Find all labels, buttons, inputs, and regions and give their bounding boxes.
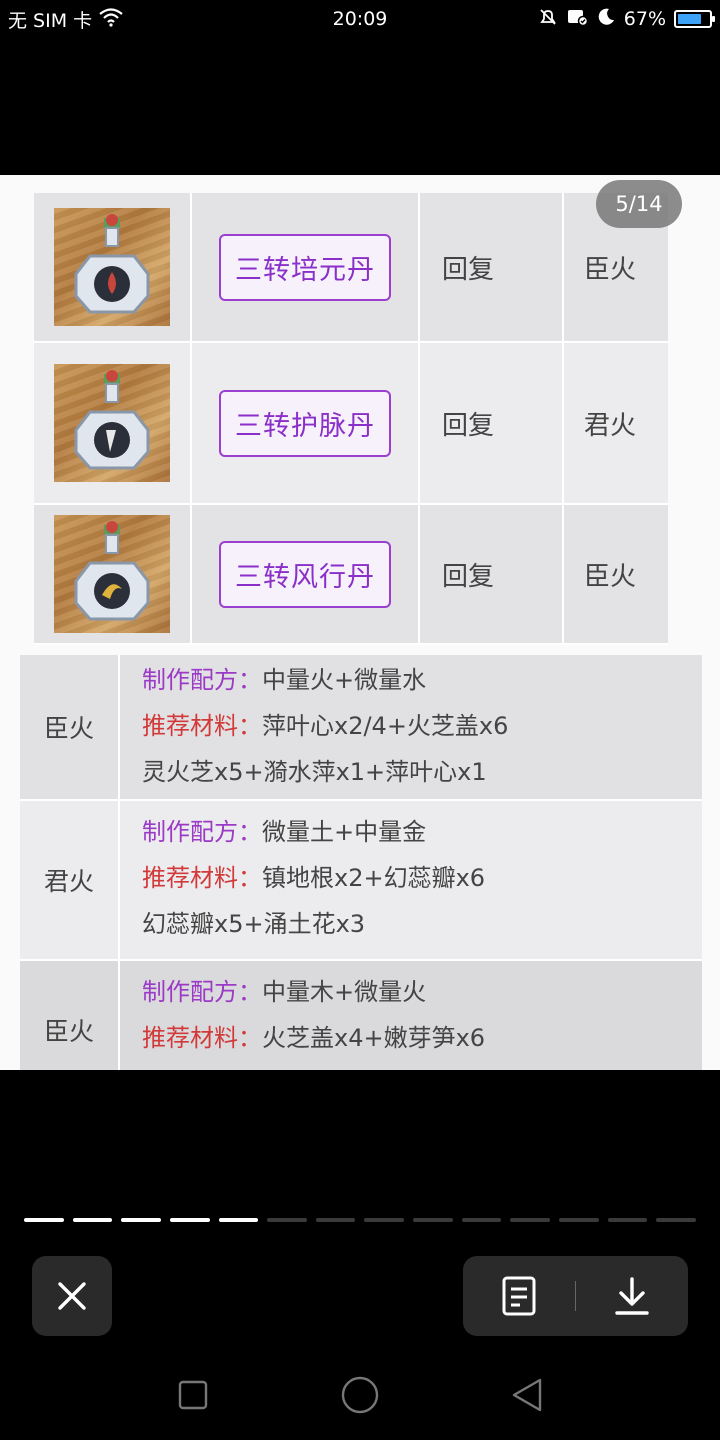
action-group xyxy=(463,1256,688,1336)
potion-type: 回复 xyxy=(420,193,564,341)
recipe-label: 制作配方： xyxy=(142,818,262,846)
page-indicator: 5/14 xyxy=(596,180,682,228)
progress-segment xyxy=(169,1218,210,1222)
battery-percent: 67% xyxy=(623,8,666,30)
material-value: 火芝盖x4+嫩芽笋x6 xyxy=(262,1024,486,1052)
battery-icon xyxy=(674,10,715,28)
recipe-label: 制作配方： xyxy=(142,666,262,694)
status-bar: 无 SIM 卡 20:09 67% xyxy=(0,0,720,38)
potion-row: 三转风行丹 回复 臣火 xyxy=(34,505,668,645)
progress-segment xyxy=(121,1218,161,1222)
progress-segment xyxy=(461,1218,502,1222)
wifi-icon xyxy=(98,7,124,32)
progress-segment xyxy=(315,1218,356,1222)
progress-segment xyxy=(559,1218,599,1222)
potion-name-link[interactable]: 三转护脉丹 xyxy=(219,389,391,457)
recipe-body: 制作配方：微量土+中量金 推荐材料：镇地根x2+幻蕊瓣x6 幻蕊瓣x5+涌土花x… xyxy=(120,801,702,959)
progress-segment xyxy=(656,1218,696,1222)
material-value: 萍叶心x2/4+火芝盖x6 xyxy=(262,712,509,740)
navigation-bar xyxy=(0,1350,720,1440)
close-button[interactable] xyxy=(32,1256,112,1336)
recipe-row: 臣火 制作配方：中量木+微量火 推荐材料：火芝盖x4+嫩芽笋x6 xyxy=(20,961,702,1070)
potion-image-cell xyxy=(34,505,192,643)
progress-segment xyxy=(413,1218,453,1222)
progress-segment xyxy=(364,1218,405,1222)
recipe-fire: 臣火 xyxy=(20,655,120,799)
potion-name-cell: 三转培元丹 xyxy=(192,193,420,341)
recipe-value: 中量火+微量水 xyxy=(262,666,427,694)
progress-segment xyxy=(24,1218,64,1222)
recent-apps-icon xyxy=(179,1380,208,1410)
material-value: 镇地根x2+幻蕊瓣x6 xyxy=(262,864,486,892)
close-icon xyxy=(58,1282,86,1310)
document-icon xyxy=(502,1276,536,1316)
recent-apps-button[interactable] xyxy=(163,1365,223,1425)
download-button[interactable] xyxy=(576,1256,688,1336)
potion-row: 三转培元丹 回复 臣火 xyxy=(34,193,668,343)
download-icon xyxy=(615,1277,649,1315)
recipe-line: 制作配方：中量火+微量水 xyxy=(142,657,702,703)
material-label: 推荐材料： xyxy=(142,712,262,740)
material-label: 推荐材料： xyxy=(142,1024,262,1052)
moon-icon xyxy=(596,7,616,32)
page-progress xyxy=(24,1218,696,1222)
alarm-off-icon xyxy=(538,7,558,32)
back-button[interactable] xyxy=(497,1365,557,1425)
material-line: 推荐材料：火芝盖x4+嫩芽笋x6 xyxy=(142,1015,702,1061)
potion-bottle-icon xyxy=(54,364,170,482)
potion-type: 回复 xyxy=(420,505,564,643)
potion-image-cell xyxy=(34,343,192,503)
potion-image-cell xyxy=(34,193,192,341)
potion-table: 三转培元丹 回复 臣火 三转护脉丹 回复 君火 三转风行丹 回复 臣火 xyxy=(34,193,668,645)
recipe-fire: 君火 xyxy=(20,801,120,959)
recipe-row: 臣火 制作配方：中量火+微量水 推荐材料：萍叶心x2/4+火芝盖x6 灵火芝x5… xyxy=(20,655,702,801)
recipe-line: 制作配方：微量土+中量金 xyxy=(142,809,702,855)
image-viewer[interactable]: 5/14 三转培元丹 回复 臣火 三转护脉丹 回复 君火 三转风行丹 回复 臣火… xyxy=(0,175,720,1070)
extra-line: 灵火芝x5+漪水萍x1+萍叶心x1 xyxy=(142,758,487,786)
recipe-value: 微量土+中量金 xyxy=(262,818,427,846)
back-icon xyxy=(512,1378,541,1412)
recipe-line: 制作配方：中量木+微量火 xyxy=(142,969,702,1015)
potion-type: 回复 xyxy=(420,343,564,503)
home-icon xyxy=(341,1376,379,1414)
extra-line: 幻蕊瓣x5+涌土花x3 xyxy=(142,910,366,938)
recipe-body: 制作配方：中量火+微量水 推荐材料：萍叶心x2/4+火芝盖x6 灵火芝x5+漪水… xyxy=(120,655,702,799)
potion-fire: 臣火 xyxy=(584,561,637,592)
potion-name-cell: 三转护脉丹 xyxy=(192,343,420,503)
progress-segment xyxy=(218,1218,259,1222)
progress-segment xyxy=(510,1218,551,1222)
potion-name-link[interactable]: 三转培元丹 xyxy=(219,233,391,301)
status-left: 无 SIM 卡 xyxy=(8,6,268,33)
potion-name-link[interactable]: 三转风行丹 xyxy=(219,540,391,608)
recipe-body: 制作配方：中量木+微量火 推荐材料：火芝盖x4+嫩芽笋x6 xyxy=(120,961,702,1070)
recipe-fire: 臣火 xyxy=(20,961,120,1070)
details-button[interactable] xyxy=(463,1256,575,1336)
progress-segment xyxy=(607,1218,648,1222)
recipe-value: 中量木+微量火 xyxy=(262,978,427,1006)
progress-segment xyxy=(267,1218,307,1222)
home-button[interactable] xyxy=(330,1365,390,1425)
status-right: 67% xyxy=(538,0,715,38)
recipe-row: 君火 制作配方：微量土+中量金 推荐材料：镇地根x2+幻蕊瓣x6 幻蕊瓣x5+涌… xyxy=(20,801,702,961)
notification-icon xyxy=(566,7,589,32)
recipe-label: 制作配方： xyxy=(142,978,262,1006)
potion-name-cell: 三转风行丹 xyxy=(192,505,420,643)
recipe-table: 臣火 制作配方：中量火+微量水 推荐材料：萍叶心x2/4+火芝盖x6 灵火芝x5… xyxy=(20,655,702,1070)
material-line: 推荐材料：萍叶心x2/4+火芝盖x6 xyxy=(142,703,702,749)
potion-row: 三转护脉丹 回复 君火 xyxy=(34,343,668,505)
material-line: 推荐材料：镇地根x2+幻蕊瓣x6 xyxy=(142,855,702,901)
carrier-label: 无 SIM 卡 xyxy=(8,9,93,32)
potion-fire: 君火 xyxy=(584,410,637,441)
potion-bottle-icon xyxy=(54,208,170,326)
potion-bottle-icon xyxy=(54,515,170,633)
material-label: 推荐材料： xyxy=(142,864,262,892)
progress-segment xyxy=(72,1218,113,1222)
